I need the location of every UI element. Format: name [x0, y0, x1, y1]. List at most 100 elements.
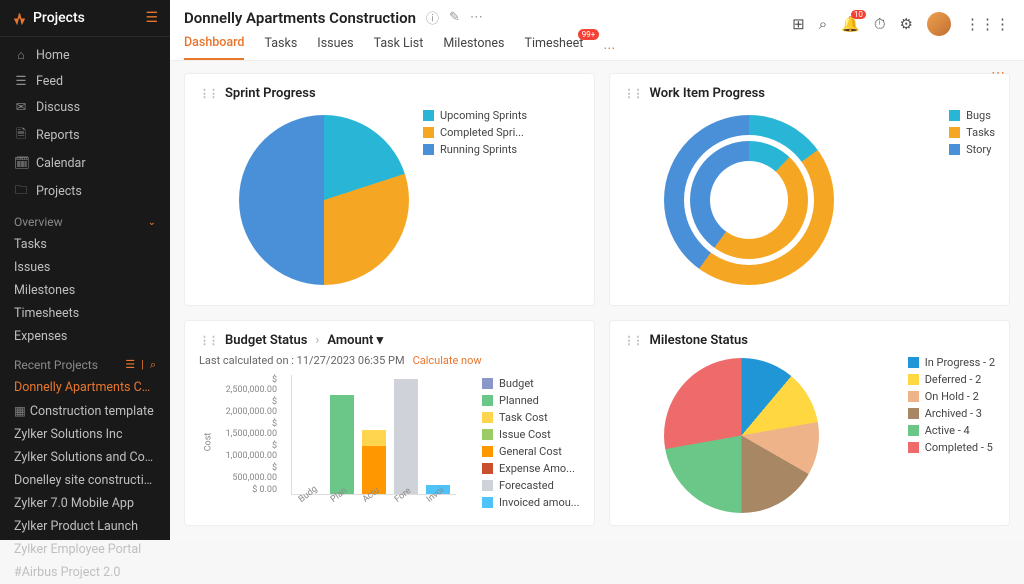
legend-label: Completed Spri...	[440, 126, 524, 139]
tab-timesheet[interactable]: Timesheet99+	[525, 36, 584, 59]
tab-badge: 99+	[578, 29, 600, 40]
dashboard-content: ⋯ ⋮⋮ Sprint Progress Upcoming SprintsComp…	[170, 61, 1024, 540]
card-title: Milestone Status	[650, 333, 748, 348]
recent-project-item[interactable]: Donelley site construction	[0, 469, 170, 492]
legend-label: Planned	[499, 394, 539, 407]
sidebar-overview-list: TasksIssuesMilestonesTimesheetsExpenses	[0, 233, 170, 348]
card-title: Sprint Progress	[225, 86, 316, 101]
sidebar-item-label: Calendar	[36, 156, 86, 171]
legend-label: Budget	[499, 377, 534, 390]
sidebar-item-tasks[interactable]: Tasks	[0, 233, 170, 256]
y-tick: $ 2,500,000.00	[226, 375, 277, 395]
legend-item: Active - 4	[908, 424, 995, 437]
sidebar-collapse-icon[interactable]: ☰	[145, 10, 158, 26]
sidebar-item-expenses[interactable]: Expenses	[0, 325, 170, 348]
project-tabs: Dashboard Tasks Issues Task List Milestones T…	[184, 35, 792, 60]
sidebar: Projects ☰ ⌂Home☰Feed✉Discuss🗎Reports 🗓 Ca…	[0, 0, 170, 540]
sprint-legend: Upcoming SprintsCompleted Spri...Running…	[423, 109, 527, 293]
timer-icon[interactable]: ⏱	[874, 15, 886, 33]
recent-project-item[interactable]: Zylker Solutions and Const	[0, 446, 170, 469]
legend-item: Planned	[482, 394, 579, 407]
legend-swatch	[908, 391, 919, 402]
drag-icon[interactable]: ⋮⋮	[199, 87, 217, 100]
app-logo-icon	[12, 11, 27, 26]
legend-item: Tasks	[949, 126, 995, 139]
sidebar-item-milestones[interactable]: Milestones	[0, 279, 170, 302]
y-tick: $ 1,000,000.00	[226, 441, 277, 461]
tabs-more-icon[interactable]: ⋯	[603, 41, 615, 55]
tab-task-list[interactable]: Task List	[374, 36, 424, 59]
nav-icon: 🗀	[14, 181, 28, 202]
sidebar-item-calendar[interactable]: 🗓 Calendar	[0, 151, 170, 176]
filter-icon[interactable]: ☰	[125, 358, 135, 372]
divider: |	[141, 358, 144, 372]
notifications-icon[interactable]: 🔔10	[841, 15, 860, 33]
legend-item: Running Sprints	[423, 143, 527, 156]
avatar[interactable]	[927, 12, 951, 36]
settings-icon[interactable]: ⚙	[900, 15, 913, 33]
card-budget-status: ⋮⋮Budget Status › Amount ▾ Last calculat…	[184, 320, 595, 526]
legend-label: Forecasted	[499, 479, 554, 492]
legend-label: Task Cost	[499, 411, 548, 424]
sidebar-item-home[interactable]: ⌂Home	[0, 43, 170, 68]
sidebar-item-discuss[interactable]: ✉Discuss	[0, 94, 170, 120]
budget-bar-chart: BudgPlanActuForeInvoi	[291, 375, 456, 509]
sidebar-header: Projects ☰	[0, 0, 170, 37]
recent-project-item[interactable]: Donnelly Apartments Cons	[0, 376, 170, 399]
info-icon[interactable]: ⓘ	[426, 8, 439, 27]
search-icon[interactable]: ⌕	[819, 15, 827, 33]
legend-item: Bugs	[949, 109, 995, 122]
y-axis: $ 2,500,000.00$ 2,000,000.00$ 1,500,000.…	[226, 375, 277, 495]
tab-issues[interactable]: Issues	[317, 36, 353, 59]
recent-project-item[interactable]: Zylker 7.0 Mobile App	[0, 492, 170, 515]
drag-icon[interactable]: ⋮⋮	[624, 87, 642, 100]
milestone-legend: In Progress - 2 Deferred - 2 On Hold - 2 Ar…	[908, 356, 995, 513]
legend-item: Issue Cost	[482, 428, 579, 441]
search-icon[interactable]: ⌕	[150, 358, 156, 372]
add-icon[interactable]: ⊞	[792, 15, 805, 33]
tab-dashboard[interactable]: Dashboard	[184, 35, 244, 60]
sidebar-item-projects[interactable]: 🗀Projects	[0, 176, 170, 207]
nav-icon: 🗓	[14, 156, 28, 171]
legend-swatch	[908, 425, 919, 436]
legend-swatch	[908, 357, 919, 368]
legend-item: Archived - 3	[908, 407, 995, 420]
apps-icon[interactable]: ⋮⋮⋮	[965, 15, 1010, 33]
legend-label: On Hold - 2	[925, 390, 979, 403]
recent-project-item[interactable]: ▦Construction template	[0, 399, 170, 423]
y-tick: $ 2,000,000.00	[226, 397, 277, 417]
work-item-legend: Bugs Tasks Story	[949, 109, 995, 293]
recent-project-item[interactable]: #Airbus Project 2.0	[0, 561, 170, 584]
card-milestone-status: ⋮⋮ Milestone Status In Progress - 2 Deferr…	[609, 320, 1011, 526]
y-tick: $ 500,000.00	[226, 463, 277, 483]
card-title: Budget Status	[225, 333, 307, 348]
recent-project-item[interactable]: Zylker Solutions Inc	[0, 423, 170, 446]
dashboard-more-icon[interactable]: ⋯	[991, 65, 1006, 81]
card-work-item-progress: ⋮⋮Work Item Progress BugsTasksStory	[609, 73, 1011, 306]
drag-icon[interactable]: ⋮⋮	[624, 334, 642, 347]
legend-swatch	[482, 412, 493, 423]
recent-project-item[interactable]: Zylker Product Launch	[0, 515, 170, 538]
sidebar-item-reports[interactable]: 🗎Reports	[0, 120, 170, 151]
budget-dropdown[interactable]: Amount ▾	[327, 333, 383, 348]
legend-swatch	[423, 144, 434, 155]
card-sprint-progress: ⋮⋮ Sprint Progress Upcoming SprintsComple…	[184, 73, 595, 306]
legend-item: Story	[949, 143, 995, 156]
legend-label: Deferred - 2	[925, 373, 982, 386]
legend-label: In Progress - 2	[925, 356, 995, 369]
tab-milestones[interactable]: Milestones	[443, 36, 504, 59]
recent-project-item[interactable]: Zylker Employee Portal	[0, 538, 170, 561]
notification-count: 10	[851, 10, 866, 19]
legend-swatch	[908, 442, 919, 453]
more-icon[interactable]: ⋯	[470, 10, 483, 25]
tab-tasks[interactable]: Tasks	[264, 36, 297, 59]
sidebar-item-timesheets[interactable]: Timesheets	[0, 302, 170, 325]
calculate-now-link[interactable]: Calculate now	[413, 354, 482, 367]
sidebar-item-issues[interactable]: Issues	[0, 256, 170, 279]
sidebar-overview-group[interactable]: Overview ⌄	[0, 207, 170, 233]
edit-icon[interactable]: ✎	[449, 10, 460, 25]
legend-item: Task Cost	[482, 411, 579, 424]
x-axis: BudgPlanActuForeInvoi	[291, 497, 456, 507]
drag-icon[interactable]: ⋮⋮	[199, 334, 217, 347]
sidebar-item-feed[interactable]: ☰Feed	[0, 68, 170, 94]
